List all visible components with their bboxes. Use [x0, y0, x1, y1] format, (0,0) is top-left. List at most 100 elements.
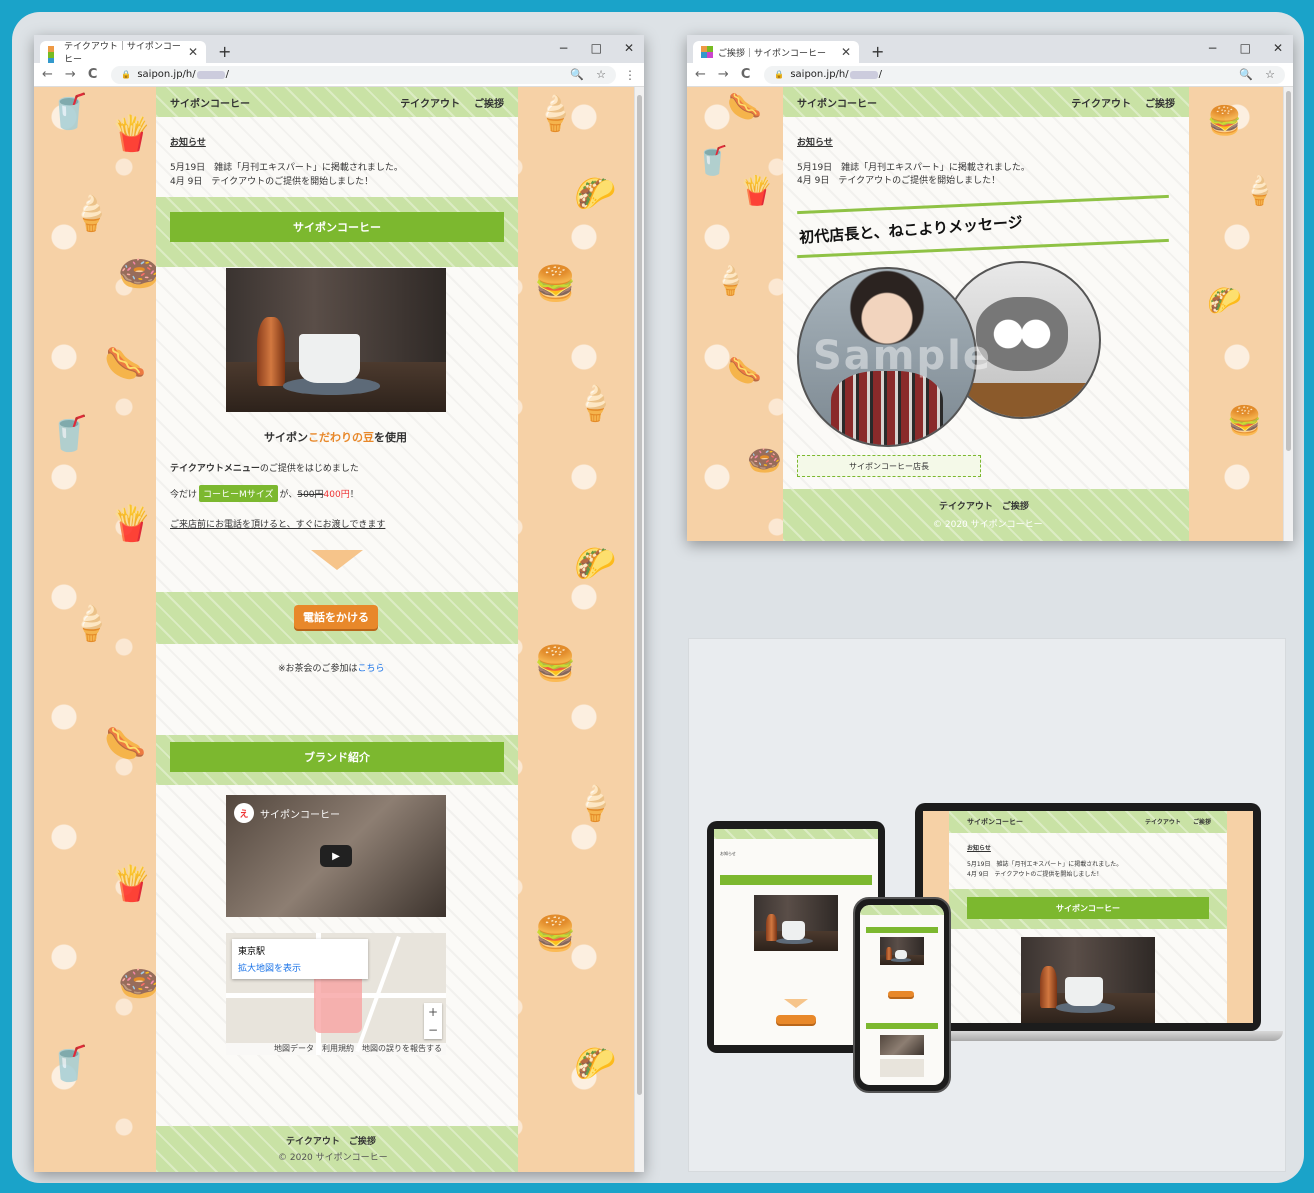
site-column: サイポンコーヒー テイクアウト ご挨拶 お知らせ 5月19日 雑誌「月刊エキスパ…	[783, 87, 1189, 541]
drink-cup-icon: 🥤	[48, 92, 91, 132]
maximize-icon[interactable]: □	[591, 41, 602, 55]
section-title-brand: ブランド紹介	[170, 742, 504, 772]
fries-icon: 🍟	[110, 114, 153, 154]
minimize-icon[interactable]: −	[1208, 41, 1218, 55]
taco-icon: 🌮	[574, 174, 617, 214]
site-logo-text[interactable]: サイポンコーヒー	[170, 95, 250, 110]
tablet-call-button	[776, 1015, 816, 1024]
laptop-news-item-1: 5月19日 雑誌「月刊エキスパート」に掲載されました。	[967, 861, 1123, 868]
tab-bar: ご挨拶｜サイポンコーヒー ✕ + − □ ✕	[687, 35, 1293, 63]
footer-greeting-link[interactable]: ご挨拶	[349, 1137, 376, 1147]
tab-close-icon[interactable]: ✕	[841, 45, 851, 59]
phone-section-title-2	[866, 1023, 938, 1029]
news-heading: お知らせ	[170, 138, 206, 148]
forward-icon[interactable]: →	[718, 67, 729, 82]
site-favicon-icon	[48, 46, 59, 70]
zoom-in-icon[interactable]: +	[428, 1005, 438, 1019]
lock-icon: 🔒	[774, 70, 785, 79]
section-title-coffee: サイポンコーヒー	[170, 212, 504, 242]
lock-icon: 🔒	[121, 70, 132, 79]
tablet-section-title	[720, 875, 872, 885]
footer-greeting-link[interactable]: ご挨拶	[1002, 502, 1029, 512]
phone-video	[880, 1035, 924, 1055]
nav-takeout-link[interactable]: テイクアウト	[1071, 95, 1131, 110]
hotdog-icon: 🌭	[727, 90, 762, 123]
donut-icon: 🍩	[118, 254, 161, 294]
nav-takeout-link[interactable]: テイクアウト	[400, 95, 460, 110]
manager-caption: サイポンコーヒー店長	[797, 455, 981, 477]
tablet-coffee-photo	[754, 895, 838, 951]
close-window-icon[interactable]: ✕	[1273, 41, 1283, 55]
nav-greeting-link[interactable]: ご挨拶	[1145, 95, 1175, 110]
browser-window-greeting: ご挨拶｜サイポンコーヒー ✕ + − □ ✕ ← → C 🔒 saipon.jp…	[687, 35, 1293, 541]
page-scrollbar[interactable]	[1283, 87, 1293, 541]
phone-note-link[interactable]: ご来店前にお電話を頂けると、すぐにお渡しできます	[170, 517, 385, 530]
url-prefix: saipon.jp/h/	[790, 69, 849, 80]
nav-greeting-link[interactable]: ご挨拶	[474, 95, 504, 110]
tea-party-link[interactable]: こちら	[358, 664, 385, 674]
call-button[interactable]: 電話をかける	[294, 605, 378, 629]
page-viewport: 🥤 🍟 🍦 🍩 🌭 🥤 🍟 🍦 🌭 🍟 🍩 🥤 🍦 🌮 🍔 🍦 🌮 🍔 🍦 🍔 …	[34, 87, 644, 1172]
mockup-stage: テイクアウト｜サイポンコーヒー ✕ + − □ ✕ ← → C 🔒 saipon…	[12, 12, 1304, 1183]
browser-tab-takeout[interactable]: テイクアウト｜サイポンコーヒー ✕	[40, 41, 206, 70]
footer-takeout-link[interactable]: テイクアウト	[286, 1137, 340, 1147]
bookmark-star-icon[interactable]: ☆	[1265, 68, 1275, 81]
news-heading: お知らせ	[797, 138, 833, 148]
laptop-nav-greeting: ご挨拶	[1193, 819, 1212, 826]
site-logo-text[interactable]: サイポンコーヒー	[797, 95, 877, 110]
tab-title: ご挨拶｜サイポンコーヒー	[718, 48, 827, 59]
sample-watermark: Sample	[813, 333, 992, 379]
site-column: サイポンコーヒー テイクアウト ご挨拶 お知らせ 5月19日 雑誌「月刊エキスパ…	[156, 87, 518, 1172]
ice-cream-icon: 🍦	[574, 784, 617, 824]
new-tab-icon[interactable]: +	[871, 42, 884, 61]
url-redaction	[196, 70, 225, 79]
close-window-icon[interactable]: ✕	[624, 41, 634, 55]
news-item-2: 4月 9日 テイクアウトのご提供を開始しました！	[170, 177, 374, 187]
site-header: サイポンコーヒー テイクアウト ご挨拶	[783, 87, 1189, 117]
url-field[interactable]: 🔒 saipon.jp/h/ / 🔍 ☆	[111, 65, 616, 84]
laptop-news-heading: お知らせ	[967, 845, 991, 852]
url-prefix: saipon.jp/h/	[137, 69, 196, 80]
phone-device	[853, 897, 951, 1093]
page-scrollbar[interactable]	[634, 87, 644, 1172]
burger-icon: 🍔	[534, 644, 577, 684]
footer-takeout-link[interactable]: テイクアウト	[939, 502, 993, 512]
reload-icon[interactable]: C	[741, 67, 751, 82]
zoom-out-icon[interactable]: −	[428, 1023, 438, 1037]
browser-menu-icon[interactable]: ⋮	[624, 68, 636, 82]
coffee-photo	[226, 268, 446, 412]
maximize-icon[interactable]: □	[1240, 41, 1251, 55]
url-field[interactable]: 🔒 saipon.jp/h/ / 🔍 ☆	[764, 65, 1285, 84]
copyright: © 2020 サイポンコーヒー	[933, 520, 1043, 530]
address-bar: ← → C 🔒 saipon.jp/h/ / 🔍 ☆ ⋮	[34, 63, 644, 87]
back-icon[interactable]: ←	[42, 67, 53, 82]
back-icon[interactable]: ←	[695, 67, 706, 82]
down-arrow-icon	[311, 550, 363, 570]
browser-tab-greeting[interactable]: ご挨拶｜サイポンコーヒー ✕	[693, 41, 859, 63]
map-zoom-control: + −	[424, 1003, 442, 1039]
forward-icon[interactable]: →	[65, 67, 76, 82]
taco-icon: 🌮	[574, 1044, 617, 1084]
zoom-icon[interactable]: 🔍	[1239, 68, 1253, 81]
ice-cream-icon: 🍦	[574, 384, 617, 424]
map-enlarge-link[interactable]: 拡大地図を表示	[238, 961, 362, 974]
minimize-icon[interactable]: −	[559, 41, 569, 55]
embedded-map[interactable]: 東京駅 拡大地図を表示 + − 地図データ 利用規約 地図の誤りを報告する	[226, 933, 446, 1055]
zoom-icon[interactable]: 🔍	[570, 68, 584, 81]
play-icon[interactable]: ▶	[320, 845, 352, 867]
drink-cup-icon: 🥤	[695, 144, 730, 177]
tablet-news-heading: お知らせ	[720, 851, 736, 856]
laptop-news-item-2: 4月 9日 テイクアウトのご提供を開始しました！	[967, 871, 1103, 878]
reload-icon[interactable]: C	[88, 67, 98, 82]
photo-caption: サイポンこだわりの豆を使用	[264, 431, 407, 444]
video-player[interactable]: えサイポンコーヒー ▶	[226, 795, 446, 917]
window-controls: − □ ✕	[559, 41, 634, 55]
new-tab-icon[interactable]: +	[218, 42, 231, 61]
copyright: © 2020 サイポンコーヒー	[278, 1153, 388, 1163]
tab-close-icon[interactable]: ✕	[188, 45, 198, 59]
url-redaction	[849, 70, 878, 79]
size-badge: コーヒーMサイズ	[199, 485, 278, 502]
ice-cream-icon: 🍦	[534, 94, 577, 134]
bookmark-star-icon[interactable]: ☆	[596, 68, 606, 81]
news-item-2: 4月 9日 テイクアウトのご提供を開始しました！	[797, 176, 1001, 186]
